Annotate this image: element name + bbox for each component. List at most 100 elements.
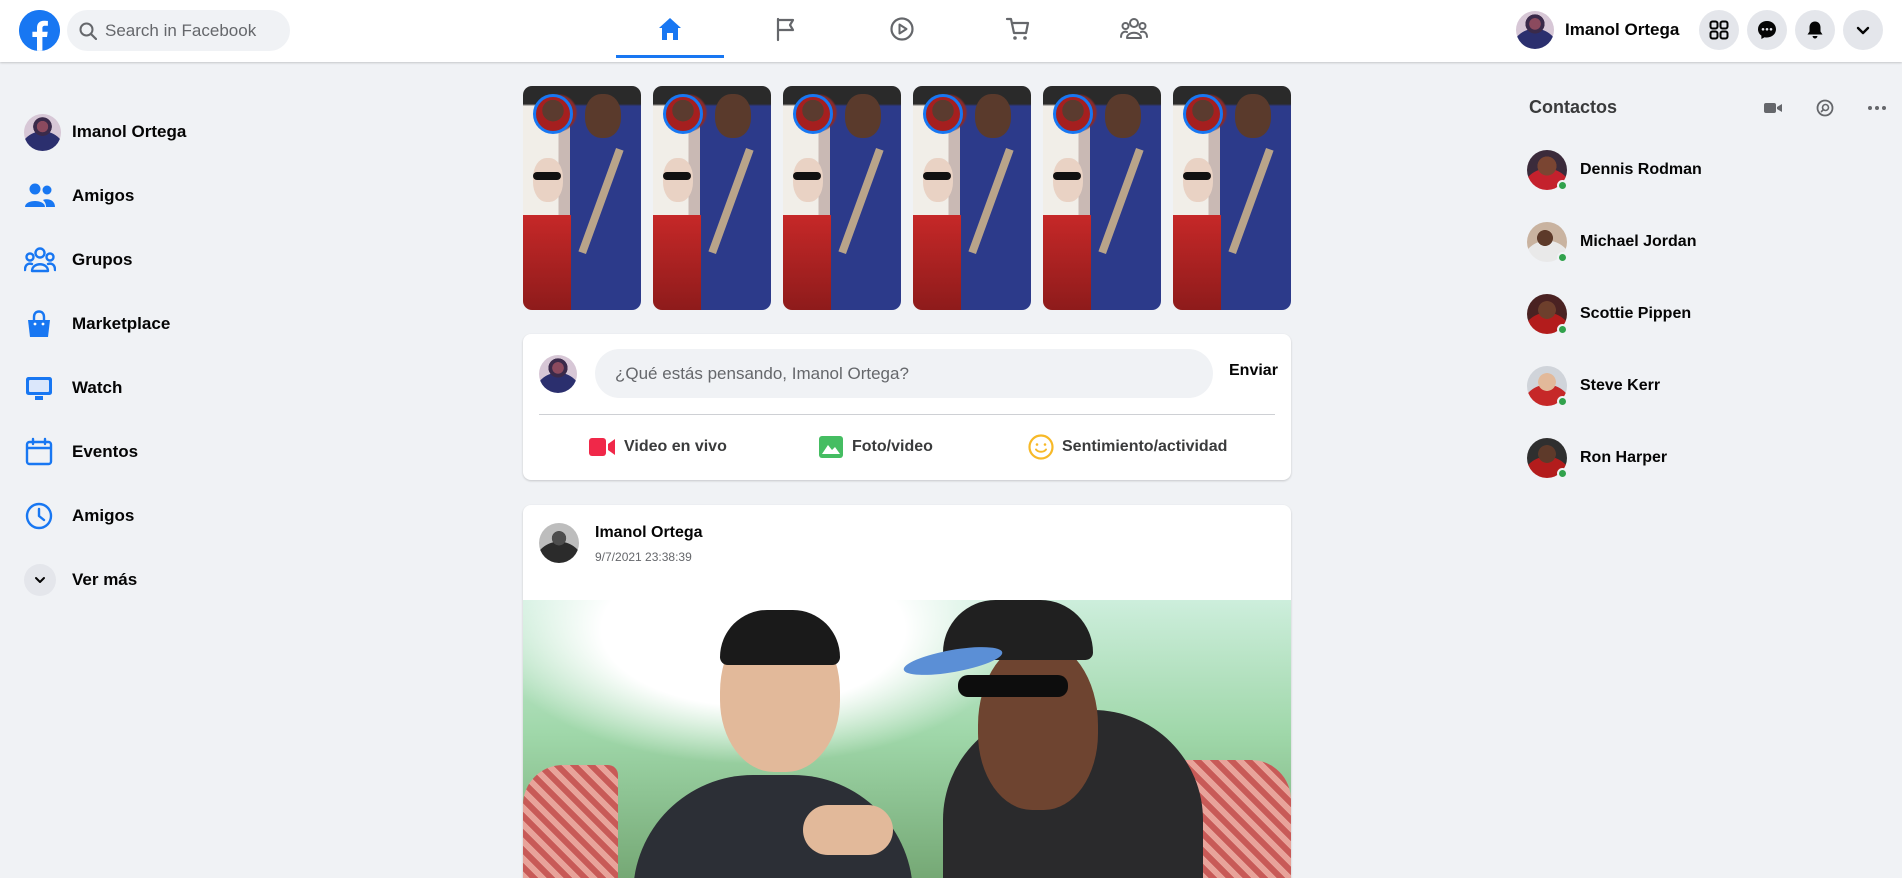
contacts-more-button[interactable] [1866,97,1888,119]
avatar [1527,294,1568,335]
sidebar-item-events[interactable]: Eventos [16,420,316,484]
sidebar-item-memories[interactable]: Amigos [16,484,316,548]
events-icon [25,437,53,466]
contact-name: Steve Kerr [1580,377,1661,394]
sidebar-item-label: Eventos [72,442,139,461]
contacts-search-button[interactable] [1814,97,1836,119]
online-indicator [1557,396,1568,407]
post-author[interactable]: Imanol Ortega [595,524,703,542]
sidebar-item-see-more[interactable]: Ver más [16,548,316,612]
memories-clock-icon [25,502,53,530]
story-avatar [533,94,573,134]
live-video-label: Video en vivo [624,438,727,455]
story-card[interactable] [523,86,641,310]
tab-marketplace[interactable] [964,0,1072,58]
story-card[interactable] [783,86,901,310]
post-timestamp[interactable]: 9/7/2021 23:38:39 [595,550,692,564]
marketplace-icon [28,310,50,337]
friends-icon [25,183,55,207]
sidebar-item-label: Watch [72,378,123,397]
feeling-activity-label: Sentimiento/actividad [1062,438,1228,455]
video-call-icon [1764,103,1782,113]
watch-icon [26,377,52,400]
menu-button[interactable] [1699,10,1739,50]
story-avatar [663,94,703,134]
tab-home[interactable] [616,0,724,58]
notifications-icon [1807,21,1823,39]
sidebar-item-marketplace[interactable]: Marketplace [16,292,316,356]
search-icon [79,22,97,40]
sidebar-item-profile[interactable]: Imanol Ortega [16,100,316,164]
post-image[interactable] [523,600,1291,878]
left-sidebar: Imanol Ortega Amigos Grupos Marketplace … [16,100,316,612]
tab-pages[interactable] [732,0,840,58]
sidebar-item-watch[interactable]: Watch [16,356,316,420]
contact-name: Scottie Pippen [1580,305,1692,322]
contacts-title: Contactos [1529,97,1618,117]
feed-post: Imanol Ortega 9/7/2021 23:38:39 [523,505,1291,878]
sidebar-item-friends[interactable]: Amigos [16,164,316,228]
contact-item[interactable]: Dennis Rodman [1527,147,1702,193]
contact-item[interactable]: Steve Kerr [1527,363,1660,409]
feeling-icon [1028,434,1054,460]
contact-name: Dennis Rodman [1580,161,1702,178]
live-video-icon [589,438,615,456]
groups-icon [24,247,56,273]
avatar [24,113,61,151]
avatar [1527,150,1568,191]
sidebar-item-label: Ver más [72,570,138,589]
online-indicator [1557,324,1568,335]
contact-item[interactable]: Michael Jordan [1527,219,1696,265]
search-input[interactable] [105,20,275,41]
live-video-button[interactable]: Video en vivo [588,432,727,462]
story-card[interactable] [913,86,1031,310]
avatar [1527,222,1568,263]
stories-row [523,86,1291,311]
search-icon [1816,99,1834,117]
profile-chip[interactable]: Imanol Ortega [1516,10,1679,50]
messenger-icon [1758,21,1776,39]
sidebar-item-groups[interactable]: Grupos [16,228,316,292]
sidebar-item-label: Grupos [72,250,133,269]
story-avatar [1183,94,1223,134]
sidebar-item-label: Amigos [72,506,135,525]
composer-input[interactable] [595,349,1213,398]
messenger-button[interactable] [1747,10,1787,50]
menu-grid-icon [1709,20,1729,40]
feeling-activity-button[interactable]: Sentimiento/actividad [1028,432,1227,462]
top-navigation-bar: Imanol Ortega [0,0,1902,62]
sidebar-item-label: Imanol Ortega [72,122,187,141]
online-indicator [1557,180,1568,191]
story-avatar [923,94,963,134]
story-card[interactable] [1173,86,1291,310]
story-avatar [793,94,833,134]
chevron-down-icon [24,564,56,596]
contact-item[interactable]: Scottie Pippen [1527,291,1691,337]
cart-icon [1005,17,1030,40]
avatar[interactable] [539,523,579,563]
play-circle-icon [890,17,914,41]
online-indicator [1557,468,1568,479]
photo-video-button[interactable]: Foto/video [818,432,933,462]
groups-icon [1120,18,1148,39]
facebook-logo-icon[interactable] [19,10,60,51]
search-bar[interactable] [67,10,290,51]
story-card[interactable] [653,86,771,310]
contact-name: Ron Harper [1580,449,1668,466]
story-avatar [1053,94,1093,134]
story-card[interactable] [1043,86,1161,310]
post-composer: Enviar Video en vivo Foto/video Sentimie… [523,334,1291,480]
send-button[interactable]: Enviar [1229,362,1278,380]
contact-name: Michael Jordan [1580,233,1697,250]
tab-watch[interactable] [848,0,956,58]
contact-item[interactable]: Ron Harper [1527,435,1667,481]
photo-video-label: Foto/video [852,438,933,455]
video-call-button[interactable] [1762,97,1784,119]
photo-icon [819,436,843,458]
account-menu-button[interactable] [1843,10,1883,50]
avatar [1516,11,1554,49]
tab-groups[interactable] [1080,0,1188,58]
chevron-down-icon [1856,26,1870,35]
divider [539,414,1275,415]
notifications-button[interactable] [1795,10,1835,50]
